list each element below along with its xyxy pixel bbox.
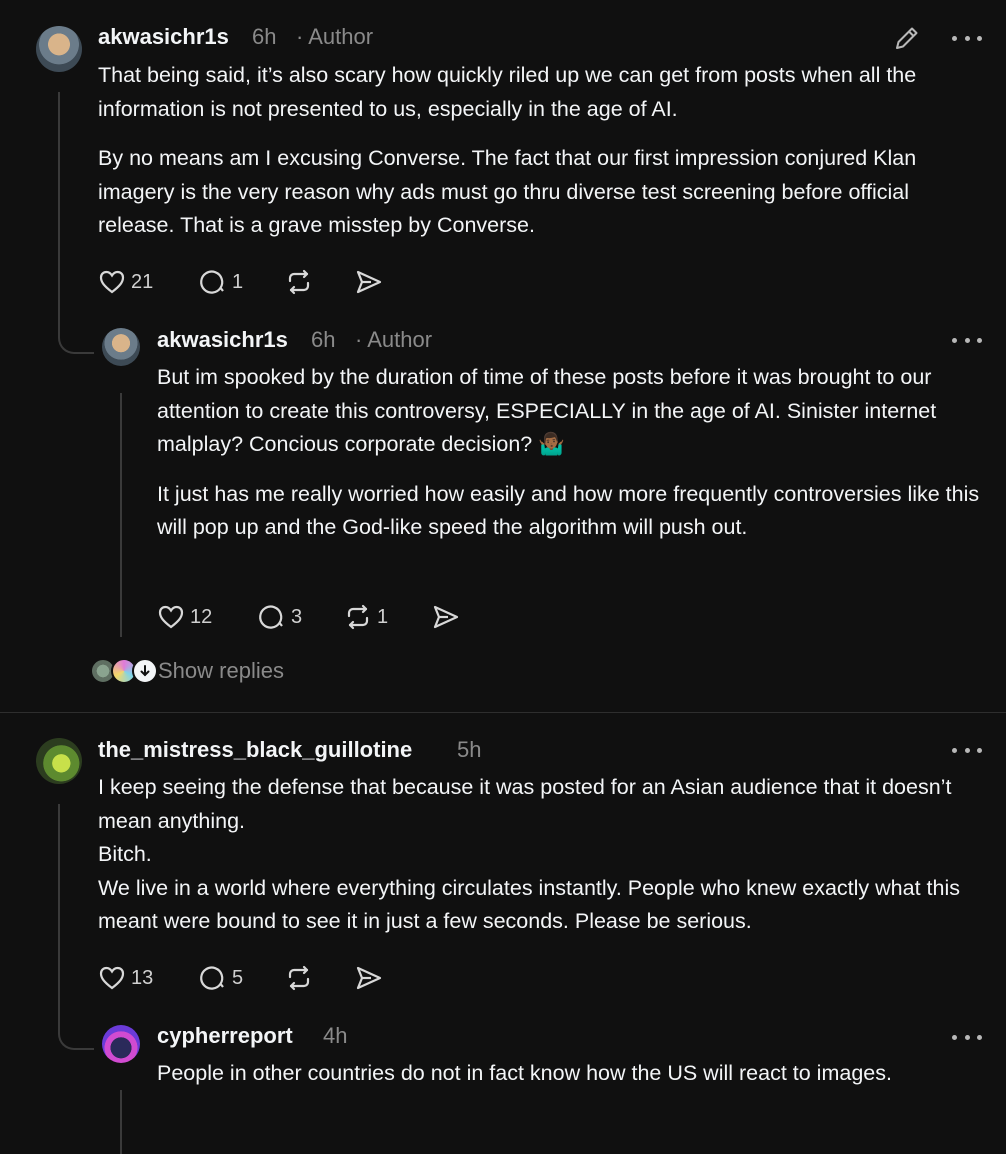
reply-button[interactable]: 3 (258, 603, 302, 631)
heart-icon (157, 603, 185, 631)
post-body: People in other countries do not in fact… (157, 1057, 897, 1091)
heart-icon (98, 964, 126, 992)
post-paragraph: By no means am I excusing Converse. The … (98, 146, 917, 237)
share-button[interactable] (355, 964, 383, 992)
like-button[interactable]: 12 (157, 603, 212, 631)
reply-button[interactable]: 5 (199, 964, 243, 992)
comment-icon (199, 268, 227, 296)
post-paragraph: But im spooked by the duration of time o… (157, 365, 937, 456)
reply-count: 1 (232, 270, 244, 293)
post-paragraph: I keep seeing the defense that because i… (98, 775, 952, 833)
post-paragraph: People in other countries do not in fact… (157, 1061, 892, 1085)
thread-line (120, 393, 122, 637)
reply-button[interactable]: 1 (199, 268, 243, 296)
share-button[interactable] (432, 603, 460, 631)
chevron-down-icon[interactable] (132, 658, 158, 684)
author-badge: · Author (296, 24, 374, 49)
thread-line (58, 804, 94, 1050)
username[interactable]: cypherreport (157, 1023, 293, 1049)
repost-button[interactable] (285, 268, 313, 296)
like-button[interactable]: 21 (98, 268, 153, 296)
avatar[interactable] (36, 738, 82, 784)
comment-icon (258, 603, 286, 631)
divider (0, 712, 1006, 713)
timestamp[interactable]: 6h (252, 24, 276, 50)
repost-count: 1 (377, 605, 389, 628)
more-icon[interactable] (952, 744, 982, 756)
heart-icon (98, 268, 126, 296)
edit-pencil-icon[interactable] (893, 24, 921, 52)
timestamp[interactable]: 6h (311, 327, 335, 353)
reply-count: 5 (232, 966, 244, 989)
post-paragraph: We live in a world where everything circ… (98, 875, 960, 934)
thread-line (120, 1090, 122, 1154)
share-icon (355, 964, 383, 992)
more-icon[interactable] (952, 1031, 982, 1043)
repost-icon (285, 268, 313, 296)
repost-button[interactable]: 1 (344, 603, 388, 631)
post-body: But im spooked by the duration of time o… (157, 361, 987, 545)
thread-line (58, 92, 94, 354)
share-button[interactable] (355, 268, 383, 296)
share-icon (432, 603, 460, 631)
post-body: That being said, it’s also scary how qui… (98, 59, 988, 243)
post-paragraph: It just has me really worried how easily… (157, 481, 980, 540)
post-paragraph: Bitch. (98, 842, 152, 866)
repost-icon (285, 964, 313, 992)
repost-button[interactable] (285, 964, 313, 992)
comment-icon (199, 964, 227, 992)
post-paragraph: That being said, it’s also scary how qui… (98, 63, 917, 121)
repost-icon (344, 603, 372, 631)
post-body: I keep seeing the defense that because i… (98, 771, 988, 939)
share-icon (355, 268, 383, 296)
timestamp[interactable]: 4h (323, 1023, 347, 1049)
like-count: 13 (131, 966, 154, 989)
more-icon[interactable] (952, 32, 982, 44)
like-button[interactable]: 13 (98, 964, 153, 992)
avatar[interactable] (102, 328, 140, 366)
avatar[interactable] (36, 26, 82, 72)
username[interactable]: the_mistress_black_guillotine (98, 737, 412, 763)
timestamp[interactable]: 5h (457, 737, 481, 763)
like-count: 12 (190, 605, 213, 628)
like-count: 21 (131, 270, 154, 293)
author-badge: · Author (355, 327, 433, 352)
username[interactable]: akwasichr1s (98, 24, 229, 50)
avatar[interactable] (102, 1025, 140, 1063)
username[interactable]: akwasichr1s (157, 327, 288, 353)
reply-count: 3 (291, 605, 303, 628)
show-replies-button[interactable]: Show replies (158, 658, 284, 684)
more-icon[interactable] (952, 334, 982, 346)
